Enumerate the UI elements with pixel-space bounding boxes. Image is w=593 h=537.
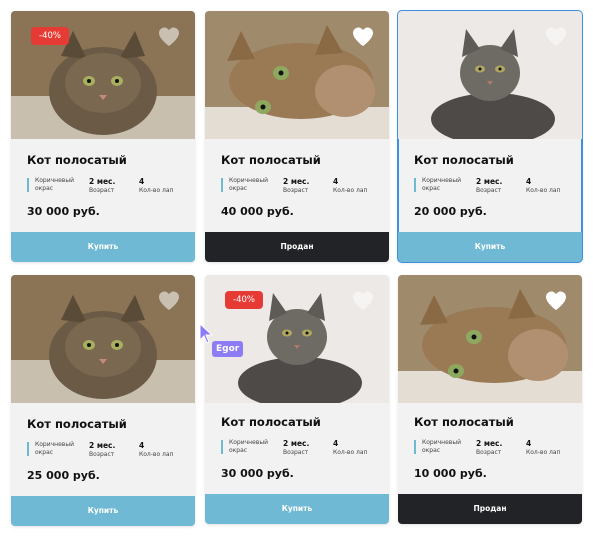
paws-label: Кол-во лап <box>526 187 561 194</box>
favorite-heart-icon[interactable] <box>544 25 568 49</box>
product-card[interactable]: -40% Кот полосатый Коричневый окрас 2 ме… <box>11 11 195 262</box>
color-value: Коричневый окрас <box>35 441 74 456</box>
sold-button[interactable]: Продан <box>398 494 582 524</box>
age-label: Возраст <box>89 187 115 194</box>
color-value: Коричневый окрас <box>422 177 461 192</box>
card-price: 10 000 руб. <box>414 467 487 480</box>
buy-button[interactable]: Купить <box>398 232 582 262</box>
buy-button[interactable]: Купить <box>205 494 389 524</box>
color-value: Коричневый окрас <box>229 177 268 192</box>
card-title: Кот полосатый <box>221 415 321 429</box>
card-specs: Коричневый окрас 2 мес. Возраст 4 Кол-во л… <box>27 441 187 463</box>
card-specs: Коричневый окрас 2 мес. Возраст 4 Кол-во л… <box>221 177 381 199</box>
card-title: Кот полосатый <box>27 153 127 167</box>
color-value: Коричневый окрас <box>229 439 268 454</box>
product-card[interactable]: -40% Кот полосатый Коричневый окрас 2 ме… <box>205 275 389 524</box>
paws-label: Кол-во лап <box>333 187 368 194</box>
paws-value: 4 <box>333 177 339 186</box>
card-price: 20 000 руб. <box>414 205 487 218</box>
age-value: 2 мес. <box>283 439 310 448</box>
sold-button[interactable]: Продан <box>205 232 389 262</box>
favorite-heart-icon[interactable] <box>544 289 568 313</box>
favorite-heart-icon[interactable] <box>157 25 181 49</box>
paws-value: 4 <box>526 177 532 186</box>
age-value: 2 мес. <box>89 441 116 450</box>
paws-value: 4 <box>526 439 532 448</box>
age-label: Возраст <box>283 187 309 194</box>
age-value: 2 мес. <box>476 177 503 186</box>
card-title: Кот полосатый <box>221 153 321 167</box>
card-price: 40 000 руб. <box>221 205 294 218</box>
paws-label: Кол-во лап <box>139 187 174 194</box>
age-value: 2 мес. <box>283 177 310 186</box>
discount-badge: -40% <box>225 291 263 309</box>
spec-divider <box>27 178 29 192</box>
card-price: 25 000 руб. <box>27 469 100 482</box>
card-title: Кот полосатый <box>414 153 514 167</box>
collaborator-name-tag: Egor <box>212 341 244 357</box>
age-label: Возраст <box>476 187 502 194</box>
spec-divider <box>414 178 416 192</box>
favorite-heart-icon[interactable] <box>351 25 375 49</box>
age-label: Возраст <box>283 449 309 456</box>
paws-label: Кол-во лап <box>526 449 561 456</box>
product-card[interactable]: Кот полосатый Коричневый окрас 2 мес. Воз… <box>205 11 389 262</box>
spec-divider <box>221 440 223 454</box>
paws-label: Кол-во лап <box>333 449 368 456</box>
age-value: 2 мес. <box>476 439 503 448</box>
paws-value: 4 <box>139 441 145 450</box>
paws-value: 4 <box>333 439 339 448</box>
discount-badge: -40% <box>31 27 69 45</box>
card-specs: Коричневый окрас 2 мес. Возраст 4 Кол-во л… <box>414 439 574 461</box>
color-value: Коричневый окрас <box>35 177 74 192</box>
paws-value: 4 <box>139 177 145 186</box>
age-label: Возраст <box>89 451 115 458</box>
card-price: 30 000 руб. <box>221 467 294 480</box>
favorite-heart-icon[interactable] <box>351 289 375 313</box>
favorite-heart-icon[interactable] <box>157 289 181 313</box>
buy-button[interactable]: Купить <box>11 232 195 262</box>
card-specs: Коричневый окрас 2 мес. Возраст 4 Кол-во л… <box>27 177 187 199</box>
card-price: 30 000 руб. <box>27 205 100 218</box>
product-card[interactable]: Кот полосатый Коричневый окрас 2 мес. Воз… <box>11 275 195 526</box>
color-value: Коричневый окрас <box>422 439 461 454</box>
spec-divider <box>414 440 416 454</box>
product-card[interactable]: Кот полосатый Коричневый окрас 2 мес. Воз… <box>397 10 583 263</box>
age-value: 2 мес. <box>89 177 116 186</box>
buy-button[interactable]: Купить <box>11 496 195 526</box>
age-label: Возраст <box>476 449 502 456</box>
card-title: Кот полосатый <box>414 415 514 429</box>
paws-label: Кол-во лап <box>139 451 174 458</box>
spec-divider <box>27 442 29 456</box>
card-specs: Коричневый окрас 2 мес. Возраст 4 Кол-во л… <box>414 177 574 199</box>
card-specs: Коричневый окрас 2 мес. Возраст 4 Кол-во л… <box>221 439 381 461</box>
card-title: Кот полосатый <box>27 417 127 431</box>
spec-divider <box>221 178 223 192</box>
product-card[interactable]: Кот полосатый Коричневый окрас 2 мес. Воз… <box>398 275 582 524</box>
